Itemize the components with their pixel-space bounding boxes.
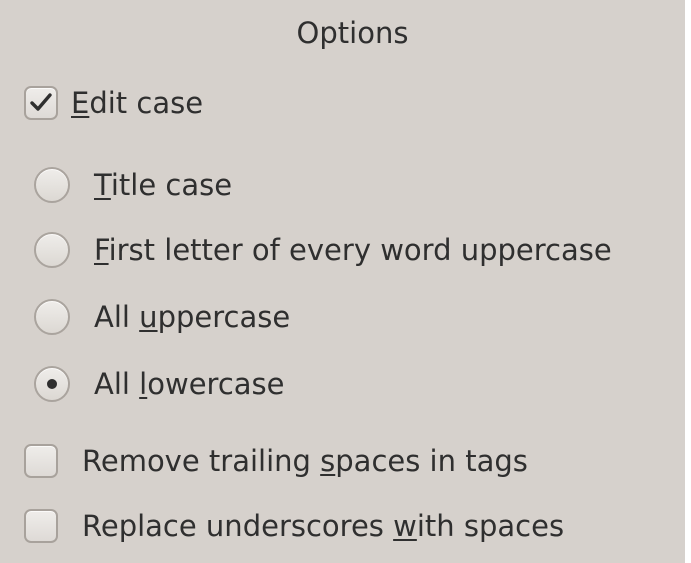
remove-trailing-spaces-label: Remove trailing spaces in tags — [82, 444, 528, 478]
group-title: Options — [296, 16, 409, 50]
radio-all-uppercase[interactable]: All uppercase — [34, 292, 290, 342]
edit-case-checkbox-box[interactable] — [24, 86, 58, 120]
radio-dot-icon — [47, 379, 57, 389]
radio-all-lowercase-button[interactable] — [34, 366, 70, 402]
radio-title-case-label: Title case — [94, 168, 233, 202]
remove-trailing-spaces-box[interactable] — [24, 444, 58, 478]
window-edge — [685, 0, 691, 563]
radio-all-lowercase[interactable]: All lowercase — [34, 359, 285, 409]
replace-underscores-label: Replace underscores with spaces — [82, 509, 565, 543]
radio-all-uppercase-button[interactable] — [34, 299, 70, 335]
mnemonic: E — [71, 86, 90, 120]
radio-all-uppercase-label: All uppercase — [94, 300, 291, 334]
radio-first-letter-uppercase[interactable]: First letter of every word uppercase — [34, 225, 612, 275]
radio-title-case-button[interactable] — [34, 167, 70, 203]
radio-first-letter-label: First letter of every word uppercase — [94, 233, 612, 267]
remove-trailing-spaces-checkbox[interactable]: Remove trailing spaces in tags — [24, 436, 528, 486]
radio-title-case[interactable]: Title case — [34, 160, 232, 210]
edit-case-checkbox[interactable]: Edit case — [24, 78, 203, 128]
options-panel: Options Edit case Title case First lette… — [0, 0, 691, 563]
radio-all-lowercase-label: All lowercase — [94, 367, 285, 401]
replace-underscores-checkbox[interactable]: Replace underscores with spaces — [24, 501, 564, 551]
radio-first-letter-button[interactable] — [34, 232, 70, 268]
edit-case-label: Edit case — [71, 86, 204, 120]
replace-underscores-box[interactable] — [24, 509, 58, 543]
check-mark-icon — [30, 93, 52, 111]
